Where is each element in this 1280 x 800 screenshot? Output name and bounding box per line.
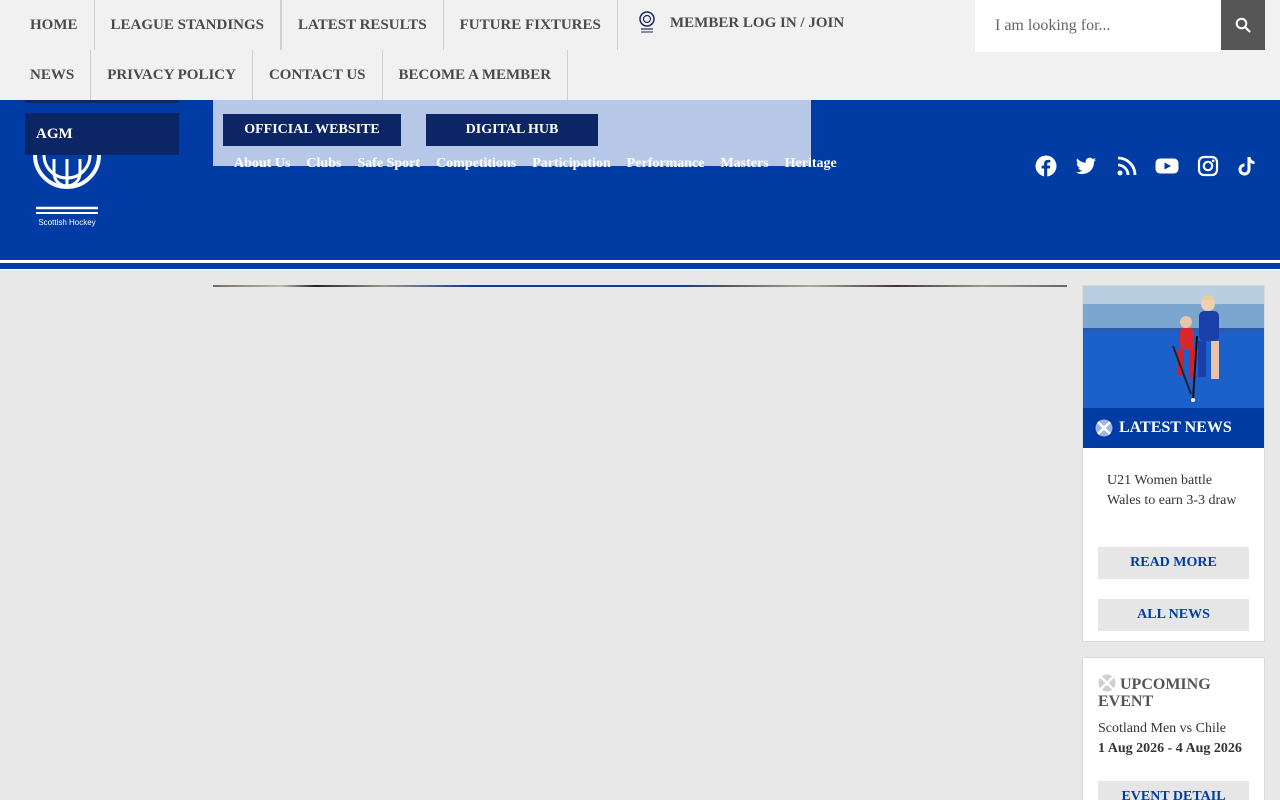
subnav-heritage[interactable]: Heritage: [785, 156, 837, 172]
nav-become-a-member[interactable]: BECOME A MEMBER: [383, 50, 569, 100]
subnav-clubs[interactable]: Clubs: [306, 156, 341, 172]
latest-news-title: LATEST NEWS: [1119, 419, 1232, 436]
nav-future-fixtures[interactable]: FUTURE FIXTURES: [444, 0, 618, 50]
read-more-button[interactable]: READ MORE: [1098, 547, 1249, 579]
subnav-participation[interactable]: Participation: [532, 156, 611, 172]
nav-news[interactable]: NEWS: [14, 50, 92, 100]
member-login-link[interactable]: MEMBER LOG IN / JOIN: [638, 0, 844, 46]
event-detail-button[interactable]: EVENT DETAIL: [1098, 781, 1249, 800]
subnav-performance[interactable]: Performance: [627, 156, 705, 172]
saltire-icon: [1095, 419, 1113, 437]
twitter-icon[interactable]: [1075, 155, 1097, 177]
search-input[interactable]: [995, 17, 1221, 35]
dropdown-edge: [25, 100, 179, 103]
facebook-icon[interactable]: [1035, 155, 1057, 177]
rss-icon[interactable]: [1116, 155, 1138, 177]
instagram-icon[interactable]: [1197, 155, 1219, 177]
upcoming-event-card: UPCOMING EVENT Scotland Men vs Chile 1 A…: [1082, 657, 1265, 800]
main-subnav: About Us Clubs Safe Sport Competitions P…: [234, 156, 837, 172]
news-image[interactable]: [1083, 286, 1264, 408]
search-button[interactable]: [1221, 0, 1265, 50]
upcoming-event-heading: UPCOMING EVENT: [1098, 674, 1258, 710]
youtube-icon[interactable]: [1155, 155, 1179, 177]
news-headline[interactable]: U21 Women battle Wales to earn 3-3 draw: [1107, 471, 1247, 511]
member-logo-icon: [639, 11, 655, 33]
logo-text: Scottish Hockey: [38, 218, 96, 227]
latest-news-heading: LATEST NEWS: [1083, 408, 1264, 448]
top-nav-row-2: NEWS PRIVACY POLICY CONTACT US BECOME A …: [14, 50, 569, 100]
nav-contact-us[interactable]: CONTACT US: [253, 50, 383, 100]
official-website-button[interactable]: OFFICIAL WEBSITE: [223, 114, 401, 146]
search-icon: [1235, 17, 1251, 33]
subnav-about-us[interactable]: About Us: [234, 156, 290, 172]
tiktok-icon[interactable]: [1235, 155, 1257, 177]
header-divider-line: [0, 263, 1280, 269]
nav-league-standings[interactable]: LEAGUE STANDINGS: [95, 0, 282, 50]
hero-image-edge: [213, 285, 1067, 287]
subnav-masters[interactable]: Masters: [720, 156, 768, 172]
subnav-safe-sport[interactable]: Safe Sport: [357, 156, 420, 172]
nav-home[interactable]: HOME: [14, 0, 95, 50]
all-news-button[interactable]: ALL NEWS: [1098, 599, 1249, 631]
latest-news-card: LATEST NEWS U21 Women battle Wales to ea…: [1082, 285, 1265, 642]
nav-privacy-policy[interactable]: PRIVACY POLICY: [91, 50, 253, 100]
digital-hub-button[interactable]: DIGITAL HUB: [426, 114, 598, 146]
event-title[interactable]: Scotland Men vs Chile: [1098, 721, 1226, 737]
saltire-icon: [1098, 674, 1116, 692]
member-login-label: MEMBER LOG IN / JOIN: [670, 14, 845, 31]
event-date: 1 Aug 2026 - 4 Aug 2026: [1098, 741, 1242, 756]
search-box: [975, 0, 1221, 52]
agm-button[interactable]: AGM: [25, 113, 179, 155]
top-nav-row-1: HOME LEAGUE STANDINGS LATEST RESULTS FUT…: [14, 0, 618, 50]
subnav-competitions[interactable]: Competitions: [436, 156, 516, 172]
top-navigation-bar: HOME LEAGUE STANDINGS LATEST RESULTS FUT…: [0, 0, 1280, 100]
nav-latest-results[interactable]: LATEST RESULTS: [281, 0, 444, 50]
